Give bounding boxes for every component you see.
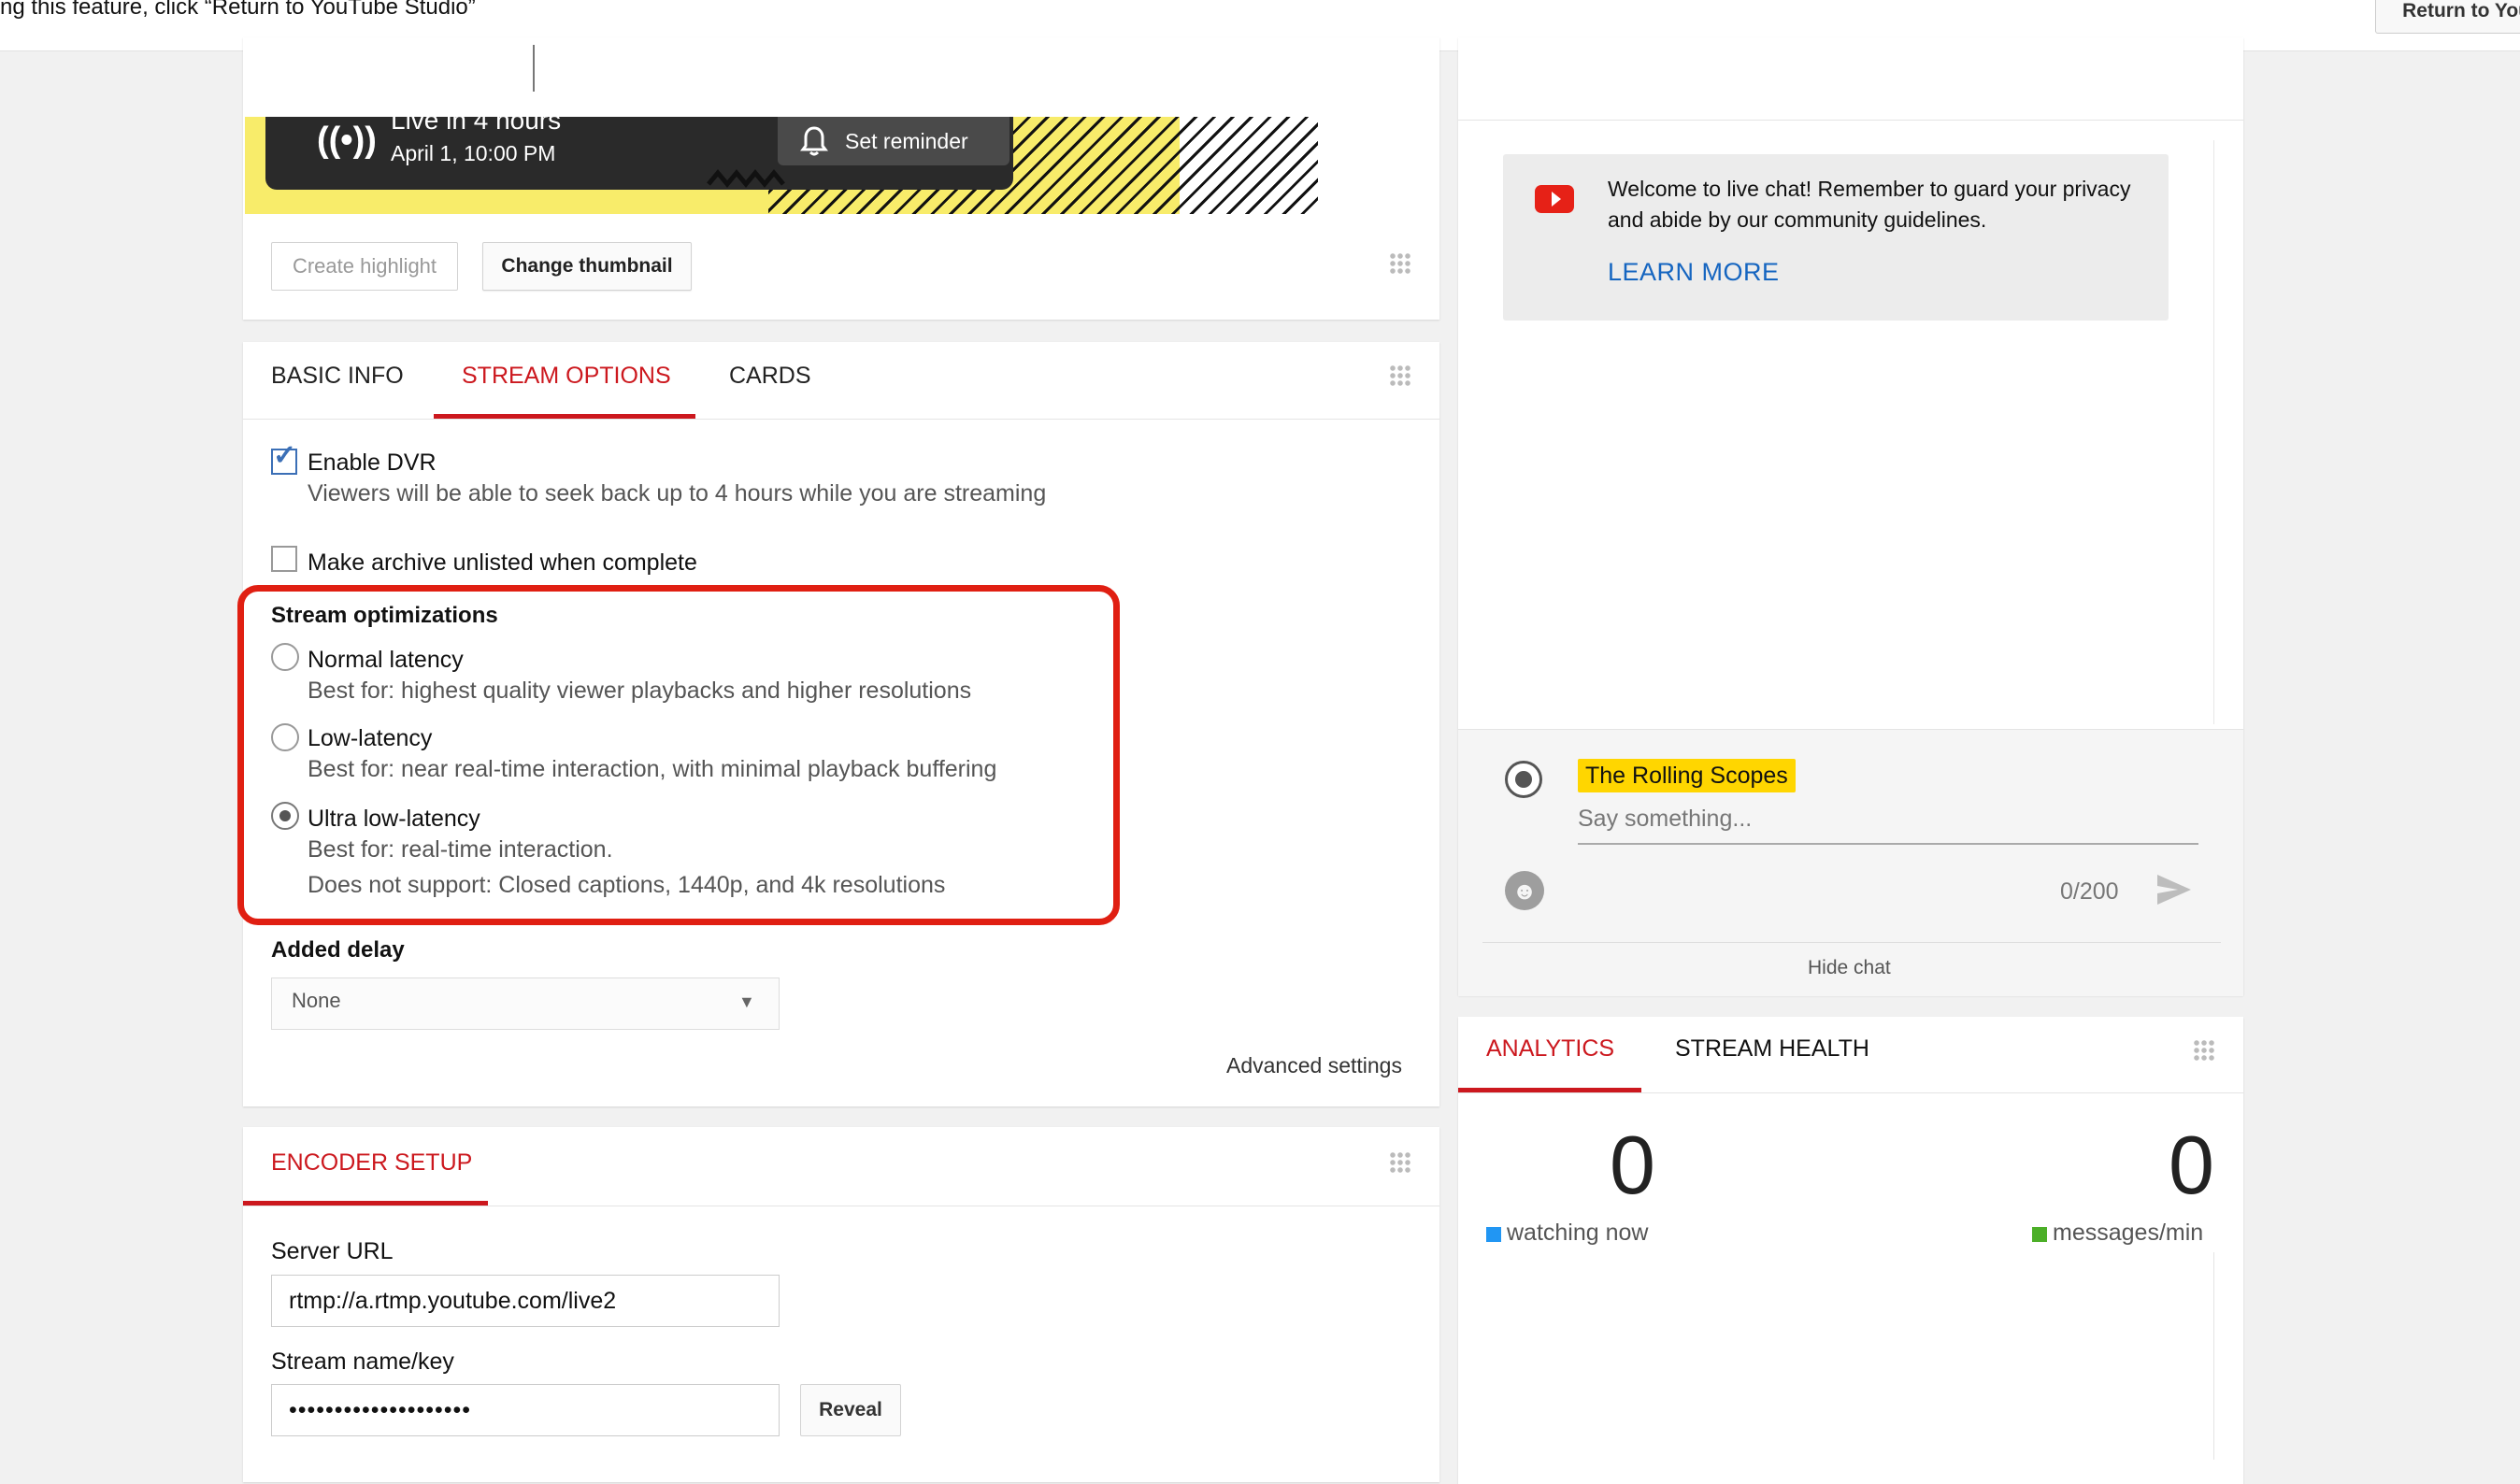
normal-latency-radio[interactable] <box>271 643 299 671</box>
divider <box>1458 1092 2243 1093</box>
stream-optimizations-heading: Stream optimizations <box>271 603 498 628</box>
bell-icon <box>800 126 828 156</box>
divider <box>533 45 535 92</box>
normal-latency-description: Best for: highest quality viewer playbac… <box>308 678 972 704</box>
tab-stream-health[interactable]: STREAM HEALTH <box>1675 1035 1869 1063</box>
notice-text: ng this feature, click “Return to YouTub… <box>0 0 476 20</box>
drag-grip-icon[interactable] <box>1389 252 1411 275</box>
messages-per-min-label: messages/min <box>2053 1220 2204 1246</box>
server-url-label: Server URL <box>271 1238 394 1264</box>
emoji-face-glyph: ☻ <box>1511 877 1538 905</box>
live-banner: ((•)) Live in 4 hours April 1, 10:00 PM … <box>245 117 1318 214</box>
messages-legend-swatch <box>2032 1227 2047 1242</box>
change-thumbnail-button[interactable]: Change thumbnail <box>482 242 692 291</box>
ultra-low-latency-label: Ultra low-latency <box>308 806 480 832</box>
low-latency-description: Best for: near real-time interaction, wi… <box>308 756 997 782</box>
set-reminder-label: Set reminder <box>845 128 968 153</box>
tab-cards[interactable]: CARDS <box>729 363 811 390</box>
divider <box>1458 120 2243 121</box>
stream-key-label: Stream name/key <box>271 1348 454 1375</box>
low-latency-radio[interactable] <box>271 723 299 751</box>
drag-grip-icon[interactable] <box>1389 364 1411 387</box>
drag-grip-icon[interactable] <box>2193 1039 2215 1062</box>
live-status-panel: ((•)) Live in 4 hours April 1, 10:00 PM … <box>265 117 1013 190</box>
learn-more-link[interactable]: LEARN MORE <box>1608 258 1780 287</box>
broadcast-icon: ((•)) <box>317 121 377 160</box>
messages-per-min-count: 0 <box>2169 1119 2214 1211</box>
divider <box>1482 942 2221 943</box>
chat-author-name: The Rolling Scopes <box>1578 759 1796 792</box>
enable-dvr-description: Viewers will be able to seek back up to … <box>308 480 1047 507</box>
live-date: April 1, 10:00 PM <box>391 141 556 165</box>
analytics-scrollbar[interactable] <box>2213 1252 2214 1460</box>
added-delay-label: Added delay <box>271 937 405 963</box>
stream-key-field[interactable]: •••••••••••••••••••• <box>271 1384 780 1436</box>
archive-unlisted-checkbox[interactable] <box>271 546 297 572</box>
watching-now-count: 0 <box>1610 1119 1655 1211</box>
divider <box>243 419 1439 420</box>
return-to-studio-button[interactable]: Return to You <box>2375 0 2520 34</box>
set-reminder-button[interactable]: Set reminder <box>778 117 1009 165</box>
radio-selected-dot <box>279 810 291 821</box>
added-delay-value: None <box>292 989 341 1012</box>
tab-basic-info[interactable]: BASIC INFO <box>271 363 404 390</box>
dropdown-arrow-icon: ▼ <box>738 992 755 1011</box>
server-url-field[interactable]: rtmp://a.rtmp.youtube.com/live2 <box>271 1275 780 1327</box>
zigzag-decoration <box>707 169 785 188</box>
checkmark-icon: ✓ <box>273 440 297 471</box>
create-highlight-button[interactable]: Create highlight <box>271 242 458 291</box>
ultra-low-latency-description: Best for: real-time interaction. <box>308 836 613 863</box>
drag-grip-icon[interactable] <box>1389 1151 1411 1174</box>
character-counter: 0/200 <box>2060 878 2119 905</box>
tab-analytics[interactable]: ANALYTICS <box>1486 1035 1614 1063</box>
avatar-emblem <box>1515 771 1532 788</box>
youtube-play-glyph <box>1552 192 1561 207</box>
hide-chat-button[interactable]: Hide chat <box>1808 957 1891 979</box>
chat-scrollbar[interactable] <box>2213 140 2214 724</box>
chat-message-input[interactable]: Say something... <box>1578 806 2198 845</box>
normal-latency-label: Normal latency <box>308 647 464 673</box>
archive-unlisted-label: Make archive unlisted when complete <box>308 549 697 576</box>
ultra-low-latency-limitations: Does not support: Closed captions, 1440p… <box>308 872 946 898</box>
added-delay-select[interactable] <box>271 977 780 1030</box>
advanced-settings-link[interactable]: Advanced settings <box>1226 1053 1402 1078</box>
watching-now-label: watching now <box>1507 1220 1649 1246</box>
tab-stream-options[interactable]: STREAM OPTIONS <box>462 363 671 390</box>
encoder-setup-tab[interactable]: ENCODER SETUP <box>271 1149 472 1177</box>
welcome-text: Welcome to live chat! Remember to guard … <box>1608 177 2131 232</box>
watching-legend-swatch <box>1486 1227 1501 1242</box>
send-icon[interactable] <box>2154 869 2195 910</box>
analytics-card <box>1458 1017 2243 1484</box>
reveal-button[interactable]: Reveal <box>800 1384 901 1436</box>
low-latency-label: Low-latency <box>308 725 433 751</box>
live-title: Live in 4 hours <box>391 117 562 135</box>
enable-dvr-label: Enable DVR <box>308 449 437 476</box>
